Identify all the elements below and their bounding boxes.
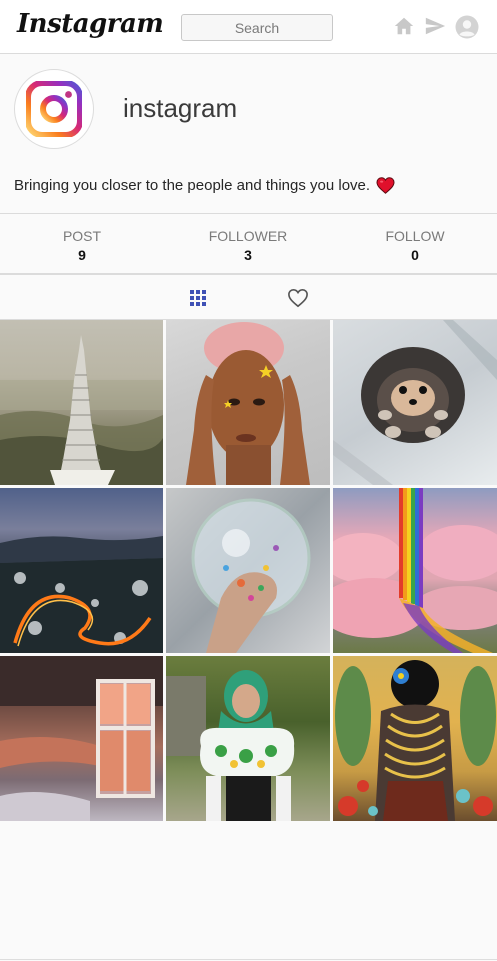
instagram-logo-icon: [26, 81, 82, 137]
top-navigation-bar: Instagram: [0, 0, 497, 54]
home-icon[interactable]: [393, 15, 415, 37]
instagram-logo[interactable]: Instagram: [17, 9, 164, 39]
window-sunset-image: [0, 656, 163, 821]
stat-posts-label: POST: [62, 228, 102, 244]
profile-avatar[interactable]: [14, 69, 94, 149]
heart-icon: [376, 177, 395, 194]
send-icon[interactable]: [424, 15, 446, 37]
post-road-light-trails[interactable]: [0, 488, 163, 653]
stat-followers[interactable]: FOLLOWER 3: [188, 228, 308, 263]
pomeranian-dog-image: [333, 320, 497, 485]
profile-username: instagram: [123, 93, 238, 123]
pagoda-tower-image: [0, 335, 163, 485]
post-pagoda-tower[interactable]: [0, 320, 163, 485]
search-input[interactable]: [181, 14, 333, 41]
profile-bio: Bringing you closer to the people and th…: [14, 177, 395, 194]
woman-portrait-image: [186, 322, 310, 485]
pink-clouds-rainbow-image: [333, 488, 497, 653]
stat-following[interactable]: FOLLOW 0: [355, 228, 475, 263]
post-pink-clouds-rainbow[interactable]: [333, 488, 497, 653]
stat-following-value: 0: [411, 247, 419, 263]
page-divider: [0, 959, 497, 960]
post-gold-necklace-art[interactable]: [333, 656, 497, 821]
heart-outline-icon[interactable]: [287, 288, 309, 308]
glass-bubble-hand-image: [191, 498, 311, 653]
profile-stats: POST 9 FOLLOWER 3 FOLLOW 0: [0, 213, 497, 275]
post-woman-portrait[interactable]: [166, 320, 330, 485]
stat-followers-value: 3: [244, 247, 252, 263]
grid-icon[interactable]: [189, 290, 207, 306]
stat-posts-value: 9: [78, 247, 86, 263]
profile-tabs: [0, 275, 497, 320]
post-pomeranian-dog[interactable]: [333, 320, 497, 485]
gold-necklace-art-image: [335, 660, 496, 821]
posts-grid: [0, 320, 497, 821]
bio-text: Bringing you closer to the people and th…: [14, 177, 371, 194]
road-light-trails-image: [0, 536, 163, 653]
stat-followers-label: FOLLOWER: [208, 228, 288, 244]
stat-posts[interactable]: POST 9: [22, 228, 142, 263]
woman-green-hijab-image: [166, 670, 295, 821]
post-glass-bubble-hand[interactable]: [166, 488, 330, 653]
stat-following-label: FOLLOW: [385, 228, 445, 244]
avatar-icon[interactable]: [455, 15, 479, 39]
post-woman-green-hijab[interactable]: [166, 656, 330, 821]
post-window-sunset[interactable]: [0, 656, 163, 821]
